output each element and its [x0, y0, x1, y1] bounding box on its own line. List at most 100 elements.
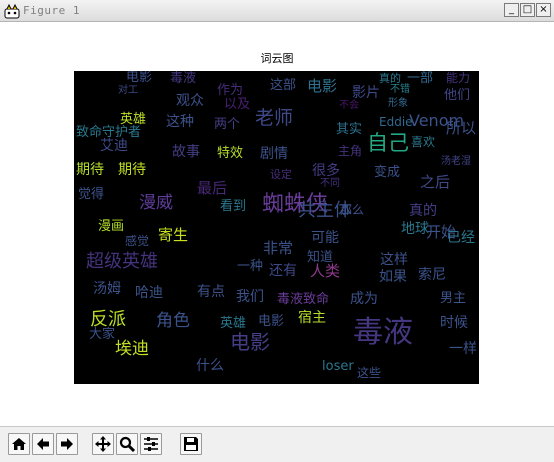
word-cloud-word: 宿主 — [298, 310, 326, 326]
word-cloud-word: 这些 — [357, 366, 382, 380]
word-cloud-word: 英雄 — [220, 316, 247, 331]
word-cloud-word: 故事 — [172, 144, 200, 160]
word-cloud-word: 影片 — [352, 85, 380, 101]
word-cloud-word: 地球 — [401, 221, 429, 237]
word-cloud-word: 看到 — [220, 199, 247, 214]
word-cloud-word: 人类 — [310, 262, 341, 280]
word-cloud-word: 不同 — [320, 178, 340, 189]
word-cloud-word: 漫威 — [139, 193, 173, 213]
figure-title: 词云图 — [260, 52, 294, 65]
word-cloud-word: 电影 — [230, 330, 270, 354]
word-cloud-word: 很多 — [312, 163, 340, 179]
word-cloud-word: 形象 — [388, 98, 408, 109]
word-cloud-word: 自己 — [367, 131, 409, 155]
word-cloud-word: 电影 — [258, 314, 285, 329]
word-cloud-word: 汤老湿 — [441, 156, 471, 167]
word-cloud-word: 已经 — [447, 230, 475, 246]
home-icon — [12, 438, 26, 450]
navigation-toolbar — [0, 426, 554, 462]
word-cloud-word: 期待 — [118, 162, 146, 178]
word-cloud-word: 对工 — [118, 85, 138, 96]
word-cloud-word: 埃迪 — [115, 339, 149, 359]
word-cloud-word: 喜欢 — [411, 135, 436, 149]
word-cloud-word: 其实 — [336, 122, 363, 137]
word-cloud-word: 他们 — [444, 88, 471, 103]
word-cloud-word: 时候 — [440, 315, 468, 331]
word-cloud-word: Venom — [409, 111, 465, 130]
close-button[interactable]: × — [536, 3, 551, 17]
word-cloud-word: 索尼 — [418, 267, 446, 283]
minimize-button[interactable]: _ — [504, 3, 519, 17]
word-cloud-word: 设定 — [270, 168, 292, 181]
word-cloud-word: 漫画 — [98, 219, 125, 234]
word-cloud-word: 主角 — [338, 144, 363, 158]
move-icon — [95, 436, 111, 452]
save-button[interactable] — [180, 433, 202, 455]
word-cloud-word: 之后 — [420, 173, 451, 191]
word-cloud-word: 剧情 — [260, 146, 288, 162]
word-cloud-word: 哈迪 — [135, 285, 163, 301]
word-cloud-word: 寄生 — [158, 226, 189, 244]
word-cloud-word: 特效 — [217, 146, 244, 161]
figure-canvas[interactable]: 词云图 电影 毒液 真的 一部 能力 对工 作为 这部 电影 不错 影片 他们 观众 以及 不会 形象 英雄 这种… — [0, 22, 554, 426]
magnifier-icon — [119, 436, 135, 452]
word-cloud-word: 以及 — [224, 97, 251, 112]
word-cloud-word: 那么 — [340, 203, 365, 217]
word-cloud-word: 期待 — [76, 162, 104, 178]
word-cloud-word: 毒液致命 — [277, 292, 330, 307]
word-cloud-word: 能力 — [446, 71, 471, 85]
word-cloud-word: 大家 — [89, 327, 116, 342]
word-cloud-word: 感觉 — [125, 234, 150, 248]
word-cloud-word: 作为 — [217, 83, 244, 98]
forward-button[interactable] — [56, 433, 78, 455]
word-cloud-word: 什么 — [196, 358, 224, 374]
word-cloud-word: 两个 — [214, 117, 241, 132]
word-cloud-word: 我们 — [236, 289, 264, 305]
word-cloud-word: 真的 — [379, 72, 401, 85]
word-cloud-word: 最后 — [197, 179, 228, 197]
word-cloud-word: 超级英雄 — [86, 251, 158, 272]
word-cloud-word: loser — [322, 359, 354, 374]
word-cloud-word: 不会 — [339, 100, 359, 111]
configure-subplots-button[interactable] — [140, 433, 162, 455]
word-cloud-word: 一样 — [449, 341, 477, 357]
word-cloud-word: 成为 — [350, 291, 378, 307]
word-cloud-word: 这部 — [270, 78, 297, 93]
word-cloud-word: 汤姆 — [93, 281, 121, 297]
window-title: Figure 1 — [23, 4, 80, 17]
sliders-icon — [144, 437, 158, 451]
word-cloud-word: 电影 — [126, 71, 153, 85]
word-cloud-word: 不错 — [390, 84, 410, 95]
zoom-button[interactable] — [116, 433, 138, 455]
back-button[interactable] — [32, 433, 54, 455]
arrow-left-icon — [37, 438, 49, 450]
word-cloud-image: 电影 毒液 真的 一部 能力 对工 作为 这部 电影 不错 影片 他们 观众 以及 不会 形象 英雄 这种 两个 老师… — [74, 71, 479, 384]
arrow-right-icon — [61, 438, 73, 450]
word-cloud-word: 这样 — [380, 252, 408, 268]
word-cloud-word: 老师 — [255, 107, 294, 129]
word-cloud-word: 变成 — [374, 165, 401, 180]
word-cloud-word: 这种 — [166, 114, 194, 130]
word-cloud-word: 角色 — [156, 311, 190, 331]
word-cloud-word: 毒液 — [353, 315, 413, 350]
word-cloud-word: 还有 — [269, 263, 297, 279]
home-button[interactable] — [8, 433, 30, 455]
word-cloud-word: 男主 — [440, 291, 467, 306]
window-titlebar[interactable]: Figure 1 _ □ × — [0, 0, 554, 22]
word-cloud-word: 毒液 — [170, 71, 197, 86]
word-cloud-word: 观众 — [176, 93, 204, 109]
word-cloud-word: 一部 — [407, 71, 434, 86]
word-cloud-word: 如果 — [379, 269, 407, 285]
figure-app-icon — [4, 3, 20, 19]
word-cloud-word: 觉得 — [78, 187, 105, 202]
word-cloud-word: 可能 — [311, 230, 339, 246]
word-cloud-word: 电影 — [307, 77, 338, 95]
word-cloud-word: 艾迪 — [100, 138, 128, 154]
word-cloud-word: 有点 — [197, 284, 225, 300]
word-cloud-word: 真的 — [409, 203, 437, 219]
pan-button[interactable] — [92, 433, 114, 455]
maximize-button[interactable]: □ — [520, 3, 535, 17]
floppy-icon — [184, 437, 198, 451]
word-cloud-word: Eddie — [379, 115, 413, 129]
word-cloud-word: 非常 — [263, 239, 294, 257]
